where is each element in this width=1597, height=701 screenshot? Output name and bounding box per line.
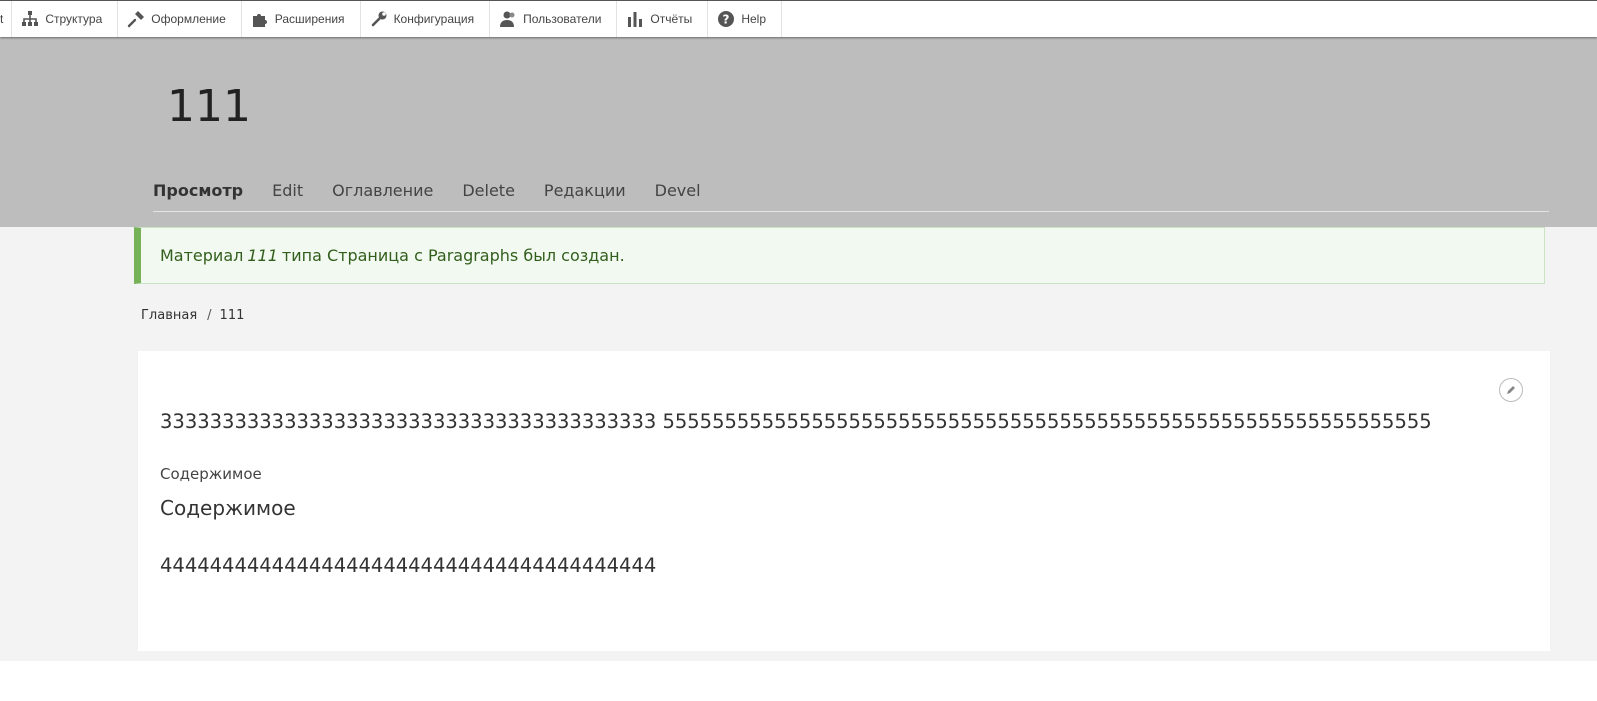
toolbar-item-label: Оформление xyxy=(151,12,226,26)
appearance-icon xyxy=(128,11,145,28)
toolbar-item-extend[interactable]: Расширения xyxy=(242,1,361,37)
toolbar-item-label: Help xyxy=(741,12,766,26)
breadcrumb: Главная / 111 xyxy=(141,308,244,323)
toolbar-item-help[interactable]: ? Help xyxy=(708,1,782,37)
pencil-icon xyxy=(1507,386,1515,394)
breadcrumb-separator: / xyxy=(207,308,212,323)
toolbar-item-label: Конфигурация xyxy=(393,12,475,26)
svg-text:?: ? xyxy=(723,12,730,26)
tab-outline[interactable]: Оглавление xyxy=(332,181,433,211)
tab-edit[interactable]: Edit xyxy=(272,181,303,211)
toolbar-item-people[interactable]: Пользователи xyxy=(490,1,618,37)
paragraph-text: 3333333333333333333333333333333333333333… xyxy=(160,410,1432,433)
wrench-icon xyxy=(371,11,387,27)
help-icon: ? xyxy=(718,11,735,27)
toolbar-item-label: t xyxy=(0,12,4,26)
breadcrumb-current: 111 xyxy=(219,308,245,323)
structure-icon xyxy=(22,11,39,26)
toolbar-item-label: Пользователи xyxy=(523,12,602,26)
toolbar-item-label: Структура xyxy=(45,12,103,26)
extend-icon xyxy=(252,14,267,27)
tab-view[interactable]: Просмотр xyxy=(153,181,243,211)
node-content: 3333333333333333333333333333333333333333… xyxy=(138,351,1550,651)
tab-delete[interactable]: Delete xyxy=(462,181,515,211)
field-heading: Содержимое xyxy=(160,496,296,520)
message-prefix: Материал xyxy=(160,246,244,265)
admin-toolbar: t Структура Оформление Расширения Конфиг… xyxy=(0,0,1597,37)
toolbar-item-label: Отчёты xyxy=(650,12,693,26)
field-label: Содержимое xyxy=(160,465,262,483)
toolbar-item-truncated[interactable]: t xyxy=(0,1,13,37)
breadcrumb-home-link[interactable]: Главная xyxy=(141,308,197,323)
status-message: Материал 111 типа Страница с Paragraphs … xyxy=(134,227,1545,284)
tab-revisions[interactable]: Редакции xyxy=(544,181,626,211)
toolbar-item-reports[interactable]: Отчёты xyxy=(617,1,709,37)
tab-devel[interactable]: Devel xyxy=(655,181,701,211)
page-header: 111 Просмотр Edit Оглавление Delete Реда… xyxy=(0,37,1597,227)
paragraph-text: 4444444444444444444444444444444444444444 xyxy=(160,554,657,577)
people-icon xyxy=(500,11,515,27)
contextual-edit-button[interactable] xyxy=(1499,378,1523,402)
toolbar-item-structure[interactable]: Структура xyxy=(12,1,119,37)
message-node-title: 111 xyxy=(247,246,278,265)
toolbar-item-label: Расширения xyxy=(274,12,345,26)
primary-tabs: Просмотр Edit Оглавление Delete Редакции… xyxy=(153,181,1549,212)
reports-icon xyxy=(628,12,643,27)
page-title: 111 xyxy=(167,81,251,132)
toolbar-item-appearance[interactable]: Оформление xyxy=(118,1,242,37)
toolbar-item-configuration[interactable]: Конфигурация xyxy=(361,1,491,37)
message-suffix: типа Страница с Paragraphs был создан. xyxy=(281,246,625,265)
